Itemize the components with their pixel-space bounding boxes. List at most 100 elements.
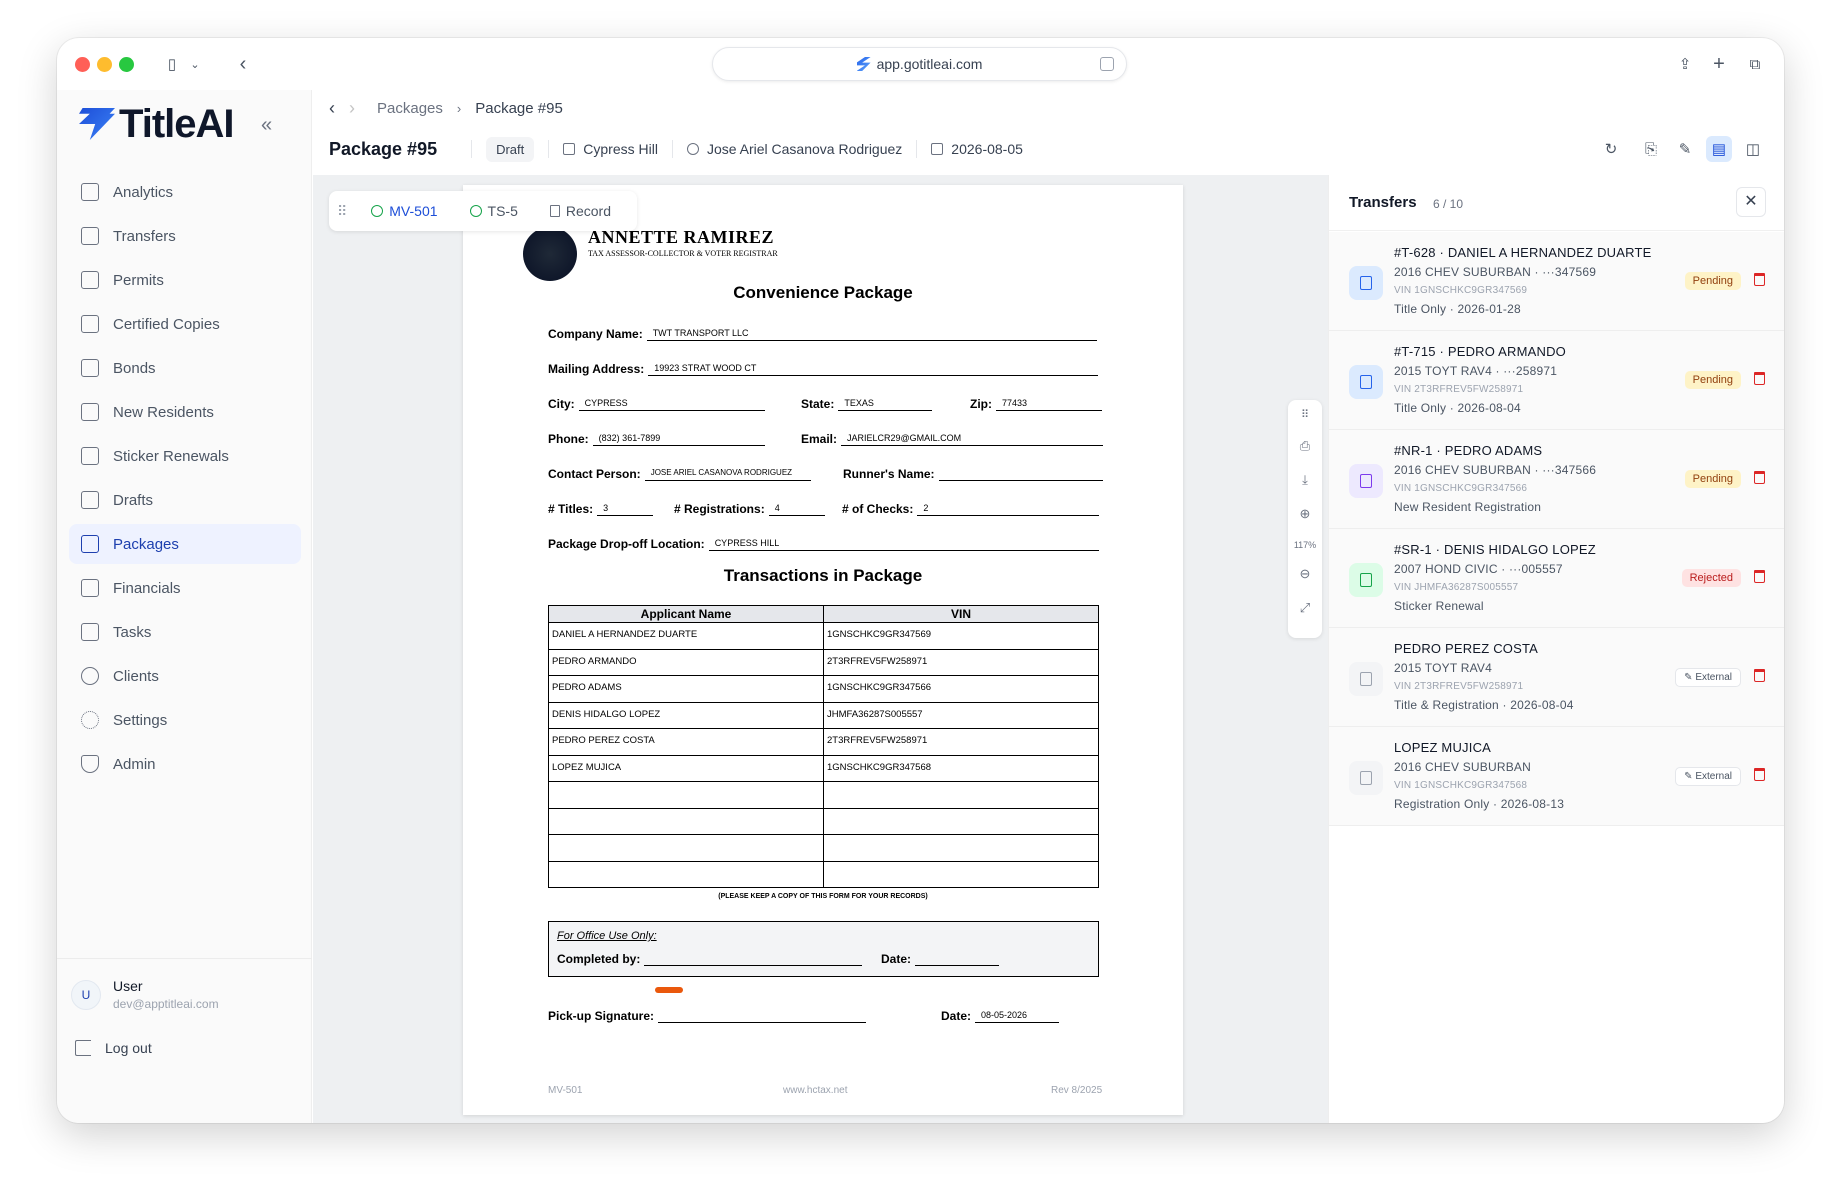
applicant-cell: DANIEL A HERNANDEZ DUARTE <box>548 622 824 650</box>
sidebar-item-financials[interactable]: Financials <box>69 568 301 608</box>
sidebar-item-tasks[interactable]: Tasks <box>69 612 301 652</box>
trash-icon[interactable] <box>1754 372 1765 385</box>
field-label: Zip: <box>970 397 992 411</box>
transfer-vehicle: 2016 CHEV SUBURBAN · ···347566 <box>1394 463 1597 477</box>
sidebar-item-drafts[interactable]: Drafts <box>69 480 301 520</box>
app-logo[interactable]: TitleAI <box>79 102 235 146</box>
split-panel-icon[interactable]: ◫ <box>1740 136 1766 162</box>
refresh-icon[interactable]: ↻ <box>1598 136 1624 162</box>
breadcrumb-packages-link[interactable]: Packages <box>377 100 443 117</box>
sidebar-item-bonds[interactable]: Bonds <box>69 348 301 388</box>
sidebar-item-clients[interactable]: Clients <box>69 656 301 696</box>
user-profile[interactable]: U User dev@apptitleai.com <box>71 978 219 1011</box>
transfer-card[interactable]: #SR-1 · DENIS HIDALGO LOPEZ 2007 HOND CI… <box>1329 529 1784 628</box>
trash-icon[interactable] <box>1754 768 1765 781</box>
trash-icon[interactable] <box>1754 273 1765 286</box>
sidebar-item-label: Financials <box>113 579 181 597</box>
sign-document-icon[interactable]: ✎ <box>1672 136 1698 162</box>
shield-icon <box>81 755 99 773</box>
sidebar-item-sticker-renewals[interactable]: Sticker Renewals <box>69 436 301 476</box>
reader-icon[interactable] <box>1100 57 1114 71</box>
transfer-card[interactable]: PEDRO PEREZ COSTA 2015 TOYT RAV4 VIN 2T3… <box>1329 628 1784 727</box>
tab-mv-501[interactable]: MV-501 <box>357 197 451 225</box>
fullscreen-icon[interactable]: ⤢ <box>1288 600 1322 616</box>
pencil-icon: ✎ <box>1684 771 1696 782</box>
trash-icon[interactable] <box>1754 669 1765 682</box>
tabs-overview-icon[interactable]: ⧉ <box>1744 52 1766 76</box>
document-title: Convenience Package <box>733 283 913 302</box>
zoom-in-icon[interactable]: ⊕ <box>1288 506 1322 522</box>
minimize-window-button[interactable] <box>97 57 112 72</box>
mailing-value: 19923 STRAT WOOD CT <box>648 362 1099 376</box>
resident-doc-icon <box>81 403 99 421</box>
tab-ts-5[interactable]: TS-5 <box>456 197 532 225</box>
sidebar-toggle-icon[interactable]: ▯ <box>161 52 183 76</box>
collapse-sidebar-icon[interactable]: « <box>261 114 272 137</box>
transfer-card[interactable]: #T-715 · PEDRO ARMANDO 2015 TOYT RAV4 · … <box>1329 331 1784 430</box>
registrations-value: 4 <box>768 502 825 516</box>
applicant-cell <box>548 834 824 862</box>
logout-button[interactable]: Log out <box>75 1040 152 1056</box>
add-document-icon[interactable]: ⎘ <box>1638 136 1664 162</box>
header-divider <box>471 140 473 158</box>
tab-label: MV-501 <box>389 203 438 219</box>
transfer-card[interactable]: #NR-1 · PEDRO ADAMS 2016 CHEV SUBURBAN ·… <box>1329 430 1784 529</box>
field-label: Company Name: <box>548 327 643 341</box>
field-label: Pick-up Signature: <box>548 1009 655 1023</box>
trash-icon[interactable] <box>1754 570 1765 583</box>
pickup-signature-row: Pick-up Signature: <box>548 1009 867 1023</box>
zoom-out-icon[interactable]: ⊖ <box>1288 566 1322 582</box>
close-icon[interactable]: ✕ <box>1736 187 1766 217</box>
nav-back-icon[interactable]: ‹ <box>329 98 335 119</box>
clipboard-icon <box>81 623 99 641</box>
download-icon[interactable]: ⤓ <box>1288 472 1322 488</box>
location-meta: Cypress Hill <box>563 141 658 157</box>
share-icon[interactable]: ⇪ <box>1674 52 1696 76</box>
chevron-down-icon[interactable]: ⌄ <box>187 52 203 76</box>
close-window-button[interactable] <box>75 57 90 72</box>
transfer-vin: VIN 1GNSCHKC9GR347568 <box>1394 780 1528 791</box>
logo-mark-icon <box>79 108 115 140</box>
drag-handle-icon[interactable]: ⠿ <box>337 203 347 220</box>
sidebar-item-transfers[interactable]: Transfers <box>69 216 301 256</box>
back-arrow-icon[interactable]: ‹ <box>233 52 253 76</box>
document-view-icon[interactable]: ▤ <box>1706 136 1732 162</box>
form-revision: Rev 8/2025 <box>1051 1085 1103 1096</box>
sidebar-item-label: New Residents <box>113 403 214 421</box>
transfer-card[interactable]: LOPEZ MUJICA 2016 CHEV SUBURBAN VIN 1GNS… <box>1329 727 1784 826</box>
logout-icon <box>75 1040 91 1056</box>
transfer-title: LOPEZ MUJICA <box>1394 740 1492 755</box>
print-icon[interactable]: ⎙ <box>1288 438 1322 454</box>
vin-cell: 1GNSCHKC9GR347566 <box>823 675 1099 703</box>
transfer-type: Title & Registration · 2026-08-04 <box>1394 698 1574 712</box>
transfer-vin: VIN 1GNSCHKC9GR347566 <box>1394 483 1528 494</box>
url-text: app.gotitleai.com <box>876 56 983 72</box>
sidebar-nav: Analytics Transfers Permits Certified Co… <box>69 172 301 788</box>
drag-handle-icon[interactable]: ⠿ <box>1288 408 1322 421</box>
sidebar-item-certified-copies[interactable]: Certified Copies <box>69 304 301 344</box>
table-row <box>548 834 1099 862</box>
maximize-window-button[interactable] <box>119 57 134 72</box>
sidebar-item-packages[interactable]: Packages <box>69 524 301 564</box>
sidebar-item-new-residents[interactable]: New Residents <box>69 392 301 432</box>
transfer-card[interactable]: #T-628 · DANIEL A HERNANDEZ DUARTE 2016 … <box>1329 232 1784 331</box>
sidebar-item-analytics[interactable]: Analytics <box>69 172 301 212</box>
transfers-panel: Transfers 6 / 10 ✕ #T-628 · DANIEL A HER… <box>1328 175 1784 1123</box>
sidebar-item-admin[interactable]: Admin <box>69 744 301 784</box>
phone-value: (832) 361-7899 <box>592 432 765 446</box>
trash-icon[interactable] <box>1754 471 1765 484</box>
contact-value: JOSE ARIEL CASANOVA RODRIGUEZ <box>644 467 811 481</box>
office-use-label: For Office Use Only: <box>557 930 657 942</box>
transfer-vin: VIN 2T3RFREV5FW258971 <box>1394 384 1524 395</box>
nav-forward-icon[interactable]: › <box>349 98 355 119</box>
new-tab-icon[interactable]: + <box>1708 52 1730 76</box>
sidebar-divider <box>57 958 312 959</box>
address-bar[interactable]: app.gotitleai.com <box>712 47 1127 81</box>
external-doc-icon <box>1349 662 1383 696</box>
sidebar-item-label: Sticker Renewals <box>113 447 229 465</box>
tab-record[interactable]: Record <box>536 197 625 225</box>
field-label: City: <box>548 397 575 411</box>
user-name: User <box>113 978 143 994</box>
sidebar-item-settings[interactable]: Settings <box>69 700 301 740</box>
sidebar-item-permits[interactable]: Permits <box>69 260 301 300</box>
